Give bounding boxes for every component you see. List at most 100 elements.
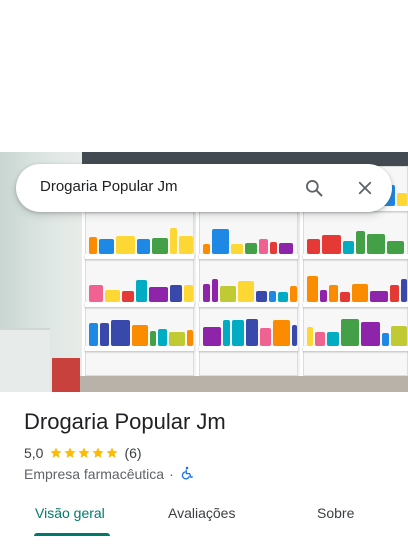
rating-row[interactable]: 5,0 (6) [24,444,142,462]
product-item [292,325,297,346]
close-icon[interactable] [353,176,377,200]
product-item [246,319,258,346]
product-item [116,236,135,254]
product-item [150,331,156,346]
product-item [231,244,243,254]
product-item [390,285,399,302]
place-title: Drogaria Popular Jm [24,409,226,434]
product-item [149,287,168,302]
separator-dot: · [169,466,174,482]
tab-overview[interactable]: Visão geral [35,505,105,521]
active-tab-indicator [34,533,110,536]
product-item [89,323,98,346]
photo-floor [80,376,408,392]
product-item [122,291,134,302]
product-item [105,290,120,302]
rating-stars [49,446,119,460]
product-item [136,280,147,302]
product-item [169,332,185,346]
product-item [269,291,276,302]
star-icon [106,447,119,458]
shelf-board [85,254,194,259]
product-item [315,332,325,346]
shelf-board [199,346,298,351]
product-item [367,234,385,254]
shelf-board [199,254,298,259]
product-item [89,285,103,302]
product-item [256,291,267,302]
tab-about[interactable]: Sobre [317,505,354,521]
star-icon [50,447,63,458]
star-icon [92,447,105,458]
product-item [170,228,177,254]
product-item [220,286,236,302]
product-item [356,231,365,254]
product-item [391,326,407,346]
star-icon [78,447,91,458]
product-item [343,241,354,254]
wheelchair-accessible-icon [180,466,194,483]
product-item [212,279,218,302]
product-item [273,320,290,346]
product-item [361,322,380,346]
rating-value: 5,0 [24,445,44,461]
product-item [184,285,193,302]
product-item [307,327,313,346]
shelf-board [85,302,194,307]
product-item [401,279,407,302]
product-item [152,238,168,254]
product-item [137,239,150,254]
product-item [111,320,130,346]
product-item [320,290,327,302]
product-item [307,276,318,302]
product-item [329,285,338,302]
product-item [341,319,359,346]
tab-reviews[interactable]: Avaliações [168,505,235,521]
product-item [382,333,389,346]
place-tabs: Visão geral Avaliações Sobre [0,496,408,544]
shelf-board [85,346,194,351]
product-item [212,229,229,254]
product-item [397,193,407,206]
product-item [370,291,388,302]
search-input[interactable]: Drogaria Popular Jm [40,178,178,195]
product-item [100,323,109,346]
product-item [99,239,114,254]
review-count[interactable]: (6) [124,445,141,461]
product-item [352,284,368,302]
product-item [322,235,341,254]
photo-red-panel [52,358,80,392]
star-icon [64,447,77,458]
product-item [232,320,244,346]
product-item [170,285,182,302]
shelf-board [303,302,408,307]
category-row: Empresa farmacêutica · [24,465,194,483]
product-item [223,320,230,346]
photo-counter [0,328,50,392]
shelf-board [303,254,408,259]
product-item [279,243,293,254]
product-item [245,243,257,254]
product-item [290,286,297,302]
place-category[interactable]: Empresa farmacêutica [24,466,164,482]
product-item [340,292,350,302]
shelf-board [199,302,298,307]
product-item [259,239,268,254]
product-item [158,329,167,346]
product-item [187,330,193,346]
product-item [327,332,339,346]
product-item [270,242,277,254]
product-item [387,241,404,254]
product-item [132,325,148,346]
product-item [203,244,210,254]
search-bar[interactable]: Drogaria Popular Jm [16,164,392,212]
product-item [203,284,210,302]
product-item [203,327,221,346]
product-item [260,328,271,346]
product-item [179,236,193,254]
search-icon[interactable] [302,176,326,200]
product-item [89,237,97,254]
product-item [307,239,320,254]
shelf-board [303,346,408,351]
product-item [238,281,254,302]
